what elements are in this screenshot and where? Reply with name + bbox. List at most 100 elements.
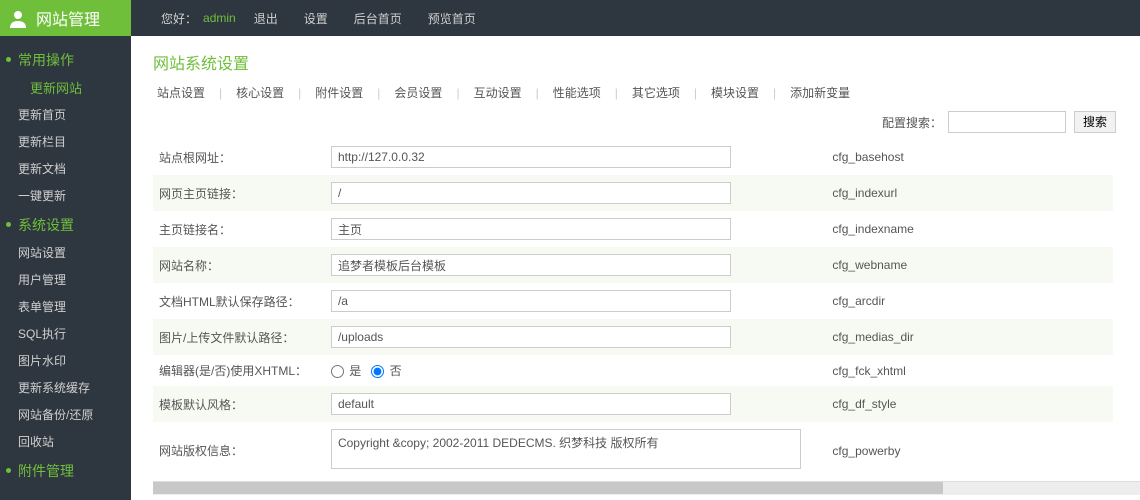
content-area: 网站系统设置 站点设置|核心设置|附件设置|会员设置|互动设置|性能选项|其它选… xyxy=(131,36,1140,500)
config-row: 主页链接名： cfg_indexname xyxy=(153,211,1113,247)
config-tab[interactable]: 其它选项 xyxy=(628,84,684,101)
sidebar-subcategory[interactable]: 更新网站 xyxy=(0,74,131,101)
config-input-cell xyxy=(325,139,826,175)
topbar: 您好： admin 退出 设置 后台首页 预览首页 xyxy=(131,0,1140,36)
radio-input[interactable] xyxy=(371,365,384,378)
config-row: 网站名称： cfg_webname xyxy=(153,247,1113,283)
separator: | xyxy=(526,86,549,100)
current-user: admin xyxy=(203,11,236,25)
sidebar-item[interactable]: 用户管理 xyxy=(0,266,131,293)
sidebar-item[interactable]: 更新栏目 xyxy=(0,128,131,155)
config-tab[interactable]: 互动设置 xyxy=(470,84,526,101)
separator: | xyxy=(763,86,786,100)
separator: | xyxy=(367,86,390,100)
user-icon xyxy=(8,8,28,28)
sidebar-category[interactable]: 常用操作 xyxy=(0,44,131,74)
sidebar-item[interactable]: 表单管理 xyxy=(0,293,131,320)
config-tab[interactable]: 添加新变量 xyxy=(786,84,854,101)
config-table: 站点根网址：cfg_basehost网页主页链接：cfg_indexurl主页链… xyxy=(153,139,1113,479)
radio-label[interactable]: 否 xyxy=(371,364,401,378)
sidebar: 网站管理 常用操作更新网站更新首页更新栏目更新文档一键更新系统设置网站设置用户管… xyxy=(0,0,131,500)
sidebar-item[interactable]: 更新系统缓存 xyxy=(0,374,131,401)
separator: | xyxy=(288,86,311,100)
config-label: 文档HTML默认保存路径： xyxy=(153,283,325,319)
topbar-link[interactable]: 退出 xyxy=(254,12,278,26)
sidebar-item[interactable]: 图片水印 xyxy=(0,347,131,374)
search-button[interactable]: 搜索 xyxy=(1074,111,1116,133)
config-row: 网页主页链接： cfg_indexurl xyxy=(153,175,1113,211)
radio-input[interactable] xyxy=(331,365,344,378)
config-tab[interactable]: 站点设置 xyxy=(153,84,209,101)
config-input-cell: 是 否 xyxy=(325,355,826,386)
config-label: 网站版权信息： xyxy=(153,422,325,479)
config-textarea[interactable] xyxy=(331,429,801,469)
search-input[interactable] xyxy=(948,111,1066,133)
sidebar-item[interactable]: 网站备份/还原 xyxy=(0,401,131,428)
config-row: 模板默认风格： cfg_df_style xyxy=(153,386,1113,422)
config-text-input[interactable] xyxy=(331,326,731,348)
config-text-input[interactable] xyxy=(331,254,731,276)
config-key: cfg_df_style xyxy=(826,386,1113,422)
config-input-cell xyxy=(325,211,826,247)
config-input-cell xyxy=(325,283,826,319)
config-key: cfg_medias_dir xyxy=(826,319,1113,355)
config-row: 文档HTML默认保存路径： cfg_arcdir xyxy=(153,283,1113,319)
config-tab[interactable]: 核心设置 xyxy=(232,84,288,101)
config-key: cfg_indexurl xyxy=(826,175,1113,211)
config-input-cell xyxy=(325,247,826,283)
config-text-input[interactable] xyxy=(331,393,731,415)
sidebar-item[interactable]: SQL执行 xyxy=(0,320,131,347)
config-search-row: 配置搜索： 搜索 xyxy=(153,111,1140,133)
config-tab[interactable]: 模块设置 xyxy=(707,84,763,101)
separator: | xyxy=(446,86,469,100)
config-tab[interactable]: 附件设置 xyxy=(311,84,367,101)
sidebar-item[interactable]: 回收站 xyxy=(0,428,131,455)
config-label: 模板默认风格： xyxy=(153,386,325,422)
sidebar-title: 网站管理 xyxy=(36,6,100,30)
radio-label[interactable]: 是 xyxy=(331,364,361,378)
config-label: 网页主页链接： xyxy=(153,175,325,211)
config-key: cfg_fck_xhtml xyxy=(826,355,1113,386)
page-title: 网站系统设置 xyxy=(153,50,1140,74)
sidebar-category[interactable]: 附件管理 xyxy=(0,455,131,485)
config-label: 图片/上传文件默认路径： xyxy=(153,319,325,355)
separator: | xyxy=(209,86,232,100)
config-input-cell xyxy=(325,175,826,211)
config-text-input[interactable] xyxy=(331,218,731,240)
sidebar-header: 网站管理 xyxy=(0,0,131,36)
topbar-link[interactable]: 后台首页 xyxy=(354,12,402,26)
sidebar-item[interactable]: 更新首页 xyxy=(0,101,131,128)
topbar-link[interactable]: 设置 xyxy=(304,12,328,26)
sidebar-item[interactable]: 网站设置 xyxy=(0,239,131,266)
sidebar-item[interactable]: 一键更新 xyxy=(0,182,131,209)
config-key: cfg_webname xyxy=(826,247,1113,283)
sidebar-nav: 常用操作更新网站更新首页更新栏目更新文档一键更新系统设置网站设置用户管理表单管理… xyxy=(0,36,131,493)
config-text-input[interactable] xyxy=(331,290,731,312)
config-text-input[interactable] xyxy=(331,182,731,204)
topbar-link[interactable]: 预览首页 xyxy=(428,12,476,26)
separator: | xyxy=(605,86,628,100)
horizontal-scrollbar[interactable] xyxy=(153,481,1140,495)
config-key: cfg_indexname xyxy=(826,211,1113,247)
config-input-cell xyxy=(325,319,826,355)
config-key: cfg_powerby xyxy=(826,422,1113,479)
config-text-input[interactable] xyxy=(331,146,731,168)
config-tab[interactable]: 会员设置 xyxy=(390,84,446,101)
config-tab[interactable]: 性能选项 xyxy=(549,84,605,101)
sidebar-item[interactable]: 更新文档 xyxy=(0,155,131,182)
config-label: 主页链接名： xyxy=(153,211,325,247)
config-key: cfg_arcdir xyxy=(826,283,1113,319)
separator: | xyxy=(684,86,707,100)
sidebar-category[interactable]: 系统设置 xyxy=(0,209,131,239)
scrollbar-thumb[interactable] xyxy=(153,482,943,494)
config-label: 站点根网址： xyxy=(153,139,325,175)
config-input-cell xyxy=(325,422,826,479)
config-input-cell xyxy=(325,386,826,422)
config-label: 网站名称： xyxy=(153,247,325,283)
config-row: 网站版权信息： cfg_powerby xyxy=(153,422,1113,479)
greeting-label: 您好： xyxy=(161,10,197,27)
config-tabs: 站点设置|核心设置|附件设置|会员设置|互动设置|性能选项|其它选项|模块设置|… xyxy=(153,84,1140,101)
config-label: 编辑器(是/否)使用XHTML： xyxy=(153,355,325,386)
config-row: 编辑器(是/否)使用XHTML： 是 否cfg_fck_xhtml xyxy=(153,355,1113,386)
search-label: 配置搜索： xyxy=(882,114,942,131)
